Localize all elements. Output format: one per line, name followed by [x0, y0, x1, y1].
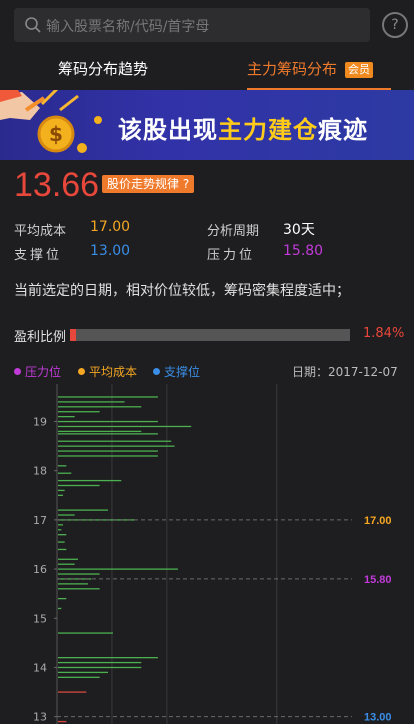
- date-display: 日期：2017-12-07: [292, 365, 398, 379]
- chip-bar: [58, 524, 63, 526]
- svg-text:$: $: [49, 122, 63, 146]
- chip-bar: [58, 396, 158, 398]
- chip-bar: [58, 657, 158, 659]
- y-tick-label: 15: [33, 612, 47, 625]
- chip-bar: [58, 479, 122, 482]
- legend-pressure: 压力位: [14, 363, 61, 380]
- chip-bar: [58, 720, 67, 723]
- profit-ratio-label: 盈利比例: [14, 330, 67, 345]
- chip-bar: [58, 430, 142, 433]
- period-label: 分析周期: [207, 224, 260, 239]
- reference-line-label: 17.00: [364, 515, 392, 527]
- vip-badge: 会员: [345, 62, 373, 78]
- banner-headline: 该股出现主力建仓痕迹: [118, 116, 368, 144]
- legend-avg-cost: 平均成本: [78, 363, 137, 380]
- chip-bar: [58, 420, 158, 423]
- chip-bar: [58, 433, 158, 435]
- chip-distribution-chart: 19 18 17 16 15 14 13 17.00 15.80 13.00: [33, 384, 392, 724]
- coin-hand-illustration: $: [0, 90, 102, 153]
- tab-main-chip[interactable]: 主力筹码分布: [247, 50, 392, 90]
- chip-bar: [58, 440, 172, 442]
- top-bar: 输入股票名称/代码/首字母 ?: [0, 0, 414, 50]
- chip-bar: [58, 583, 88, 585]
- chip-bar: [58, 401, 125, 403]
- chip-bar: [58, 472, 72, 474]
- chip-bar: [58, 425, 192, 428]
- chip-bar: [58, 568, 178, 570]
- profit-ratio-fill: [70, 329, 76, 341]
- current-price: 13.66: [14, 166, 100, 204]
- support-label: 支撑位: [14, 248, 63, 263]
- y-tick-label: 19: [33, 416, 47, 429]
- profit-ratio-bar: [70, 329, 350, 341]
- chip-bar: [58, 411, 100, 413]
- chip-bar: [58, 445, 175, 447]
- chip-bar: [58, 455, 158, 457]
- chip-bar: [58, 573, 100, 575]
- y-tick-label: 14: [33, 661, 47, 674]
- reference-line-label: 13.00: [364, 712, 392, 724]
- y-tick-label: 18: [33, 465, 47, 478]
- chip-bar: [58, 632, 113, 634]
- price-trend-button[interactable]: 股价走势规律 ?: [102, 175, 195, 193]
- chip-bar: [58, 514, 75, 516]
- promo-banner[interactable]: $ 该股出现主力建仓痕迹: [0, 90, 414, 160]
- chip-bar: [58, 415, 75, 418]
- chip-bar: [58, 509, 108, 511]
- chip-bar: [58, 666, 142, 669]
- chip-bar: [58, 494, 63, 496]
- help-button[interactable]: ?: [382, 12, 408, 38]
- profit-ratio-value: 1.84%: [363, 326, 405, 341]
- chip-bar: [58, 597, 67, 600]
- chip-bar: [58, 541, 65, 543]
- y-tick-label: 16: [33, 563, 47, 576]
- y-tick-label: 17: [33, 514, 47, 527]
- chip-bar: [58, 588, 100, 590]
- chip-bar: [58, 529, 62, 531]
- chip-bar: [58, 534, 67, 536]
- pressure-value: 15.80: [283, 243, 324, 259]
- chip-bar: [58, 465, 67, 467]
- y-tick-label: 13: [33, 711, 47, 724]
- analysis-description: 当前选定的日期，相对价位较低，筹码密集程度适中；: [14, 283, 350, 299]
- search-input[interactable]: 输入股票名称/代码/首字母: [46, 16, 209, 36]
- chip-bar: [58, 406, 142, 408]
- chip-bar: [58, 691, 87, 693]
- chip-bar: [58, 484, 100, 487]
- tab-chip-trend[interactable]: 筹码分布趋势: [58, 50, 148, 90]
- chip-bar: [58, 607, 62, 610]
- support-value: 13.00: [90, 243, 131, 259]
- chip-bar: [58, 563, 75, 565]
- chip-bar: [58, 450, 158, 452]
- chip-bar: [58, 671, 108, 674]
- avg-cost-label: 平均成本: [14, 224, 67, 239]
- chip-bar: [58, 558, 78, 560]
- avg-cost-row: 平均成本: [14, 220, 66, 239]
- chip-bar: [58, 548, 67, 551]
- period-value: 30天: [283, 222, 315, 238]
- pressure-label: 压力位: [207, 248, 256, 263]
- avg-cost-value: 17.00: [90, 219, 131, 235]
- search-bar[interactable]: 输入股票名称/代码/首字母: [14, 8, 370, 42]
- chip-bar: [58, 489, 65, 492]
- search-icon: [25, 17, 41, 33]
- chip-bar: [58, 661, 142, 664]
- reference-line-label: 15.80: [364, 574, 392, 586]
- legend-support: 支撑位: [153, 363, 200, 380]
- chip-bar: [58, 676, 100, 678]
